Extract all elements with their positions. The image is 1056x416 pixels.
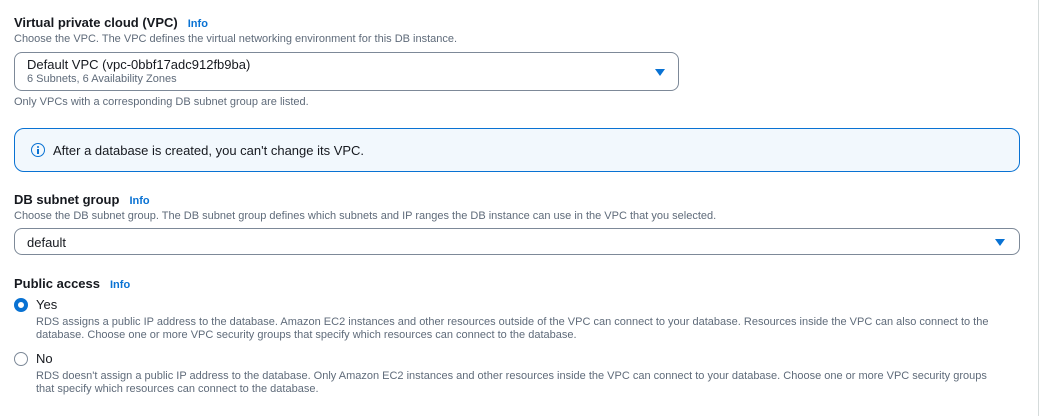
radio-checked-icon[interactable] — [14, 298, 28, 312]
page-right-border — [1038, 0, 1039, 416]
option-yes-text: Yes RDS assigns a public IP address to t… — [36, 297, 1006, 342]
option-no-text: No RDS doesn't assign a public IP addres… — [36, 351, 1006, 396]
public-access-label-row: Public access Info — [14, 276, 130, 291]
subnet-group-selected-value: default — [27, 235, 67, 250]
subnet-group-select[interactable]: default — [14, 228, 1020, 255]
subnet-group-label: DB subnet group — [14, 192, 120, 207]
public-access-info-link[interactable]: Info — [110, 279, 130, 291]
vpc-label-row: Virtual private cloud (VPC) Info — [14, 15, 457, 30]
vpc-info-link[interactable]: Info — [188, 18, 208, 30]
vpc-field: Virtual private cloud (VPC) Info Choose … — [14, 15, 457, 45]
subnet-group-description: Choose the DB subnet group. The DB subne… — [14, 210, 717, 222]
vpc-selected-detail: 6 Subnets, 6 Availability Zones — [27, 73, 177, 85]
caret-down-icon — [995, 239, 1005, 246]
vpc-constraint-text: Only VPCs with a corresponding DB subnet… — [14, 96, 309, 108]
option-yes-label: Yes — [36, 297, 58, 312]
radio-unchecked-icon[interactable] — [14, 352, 28, 366]
public-access-field: Public access Info — [14, 276, 130, 291]
option-no-label: No — [36, 351, 53, 366]
info-circle-icon — [31, 143, 45, 157]
subnet-group-info-link[interactable]: Info — [129, 195, 149, 207]
caret-down-icon — [655, 69, 665, 76]
option-yes-description: RDS assigns a public IP address to the d… — [36, 316, 989, 341]
public-access-option-no[interactable]: No RDS doesn't assign a public IP addres… — [14, 351, 1006, 396]
vpc-label: Virtual private cloud (VPC) — [14, 15, 178, 30]
subnet-group-field: DB subnet group Info Choose the DB subne… — [14, 192, 716, 222]
vpc-select[interactable]: Default VPC (vpc-0bbf17adc912fb9ba) 6 Su… — [14, 52, 679, 91]
vpc-description: Choose the VPC. The VPC defines the virt… — [14, 33, 458, 45]
subnet-group-label-row: DB subnet group Info — [14, 192, 716, 207]
vpc-selected-value: Default VPC (vpc-0bbf17adc912fb9ba) — [27, 57, 251, 72]
public-access-option-yes[interactable]: Yes RDS assigns a public IP address to t… — [14, 297, 1006, 342]
alert-text: After a database is created, you can't c… — [53, 142, 365, 158]
option-no-description: RDS doesn't assign a public IP address t… — [36, 370, 987, 395]
public-access-label: Public access — [14, 276, 100, 291]
info-alert: After a database is created, you can't c… — [14, 128, 1020, 172]
